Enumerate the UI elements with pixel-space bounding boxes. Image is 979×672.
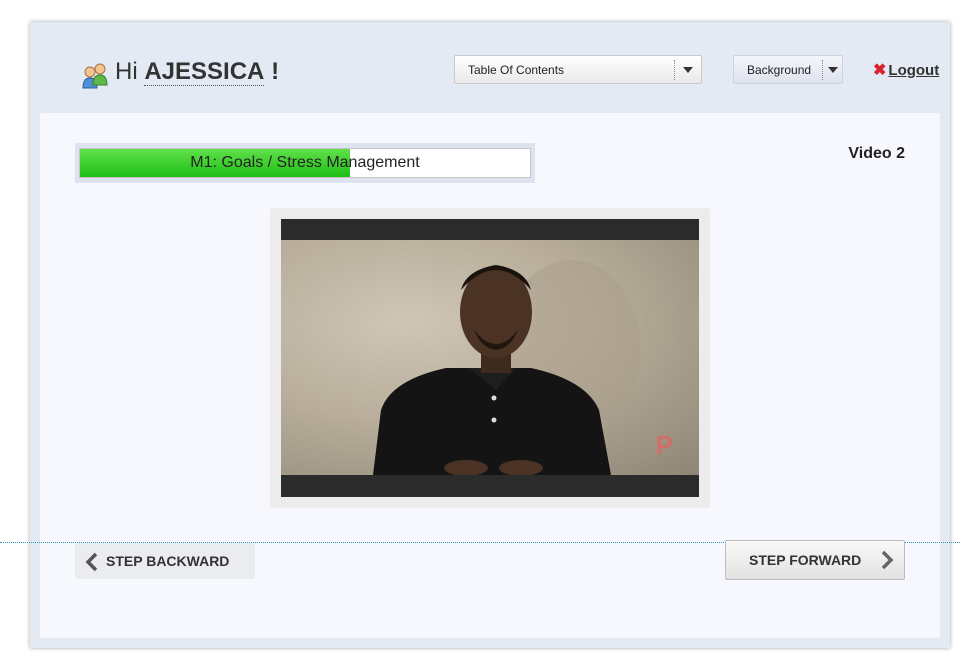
logout-label: Logout xyxy=(888,62,940,79)
table-of-contents-dropdown[interactable]: Table Of Contents xyxy=(454,55,702,84)
toc-label: Table Of Contents xyxy=(468,63,565,77)
video-title: Video 2 xyxy=(848,145,905,162)
video-watermark: P xyxy=(655,430,673,460)
user-name[interactable]: AJESSICA xyxy=(144,58,265,86)
dropdown-separator xyxy=(822,60,823,80)
close-icon: ✖ xyxy=(873,62,887,79)
progress-bar: M1: Goals / Stress Management xyxy=(79,148,531,178)
header: Hi AJESSICA ! Table Of Contents Backgrou… xyxy=(30,22,950,114)
app-window: Hi AJESSICA ! Table Of Contents Backgrou… xyxy=(0,22,960,648)
video-player[interactable]: P xyxy=(281,219,699,497)
step-forward-label: STEP FORWARD xyxy=(749,552,862,568)
module-progress: M1: Goals / Stress Management xyxy=(75,143,535,183)
logout-link[interactable]: ✖ Logout xyxy=(873,60,939,80)
content-panel: M1: Goals / Stress Management Video 2 P … xyxy=(0,113,960,638)
dropdown-separator xyxy=(674,60,675,80)
users-icon xyxy=(82,63,108,89)
step-forward-button[interactable]: STEP FORWARD xyxy=(725,540,905,580)
chevron-right-icon xyxy=(881,550,894,570)
step-backward-label: STEP BACKWARD xyxy=(106,553,230,569)
background-label: Background xyxy=(747,63,812,77)
chevron-down-icon xyxy=(828,67,838,73)
step-backward-button[interactable]: STEP BACKWARD xyxy=(75,543,255,579)
chevron-down-icon xyxy=(683,67,693,73)
chevron-left-icon xyxy=(85,552,98,572)
background-dropdown[interactable]: Background xyxy=(733,55,843,84)
presenter-figure xyxy=(373,260,641,475)
module-title: M1: Goals / Stress Management xyxy=(190,154,420,171)
video-frame-image: P xyxy=(281,240,699,475)
greeting-suffix: ! xyxy=(271,58,280,85)
greeting-prefix: Hi xyxy=(115,58,138,85)
greeting: Hi AJESSICA ! xyxy=(115,58,279,86)
video-container: P xyxy=(270,208,710,508)
